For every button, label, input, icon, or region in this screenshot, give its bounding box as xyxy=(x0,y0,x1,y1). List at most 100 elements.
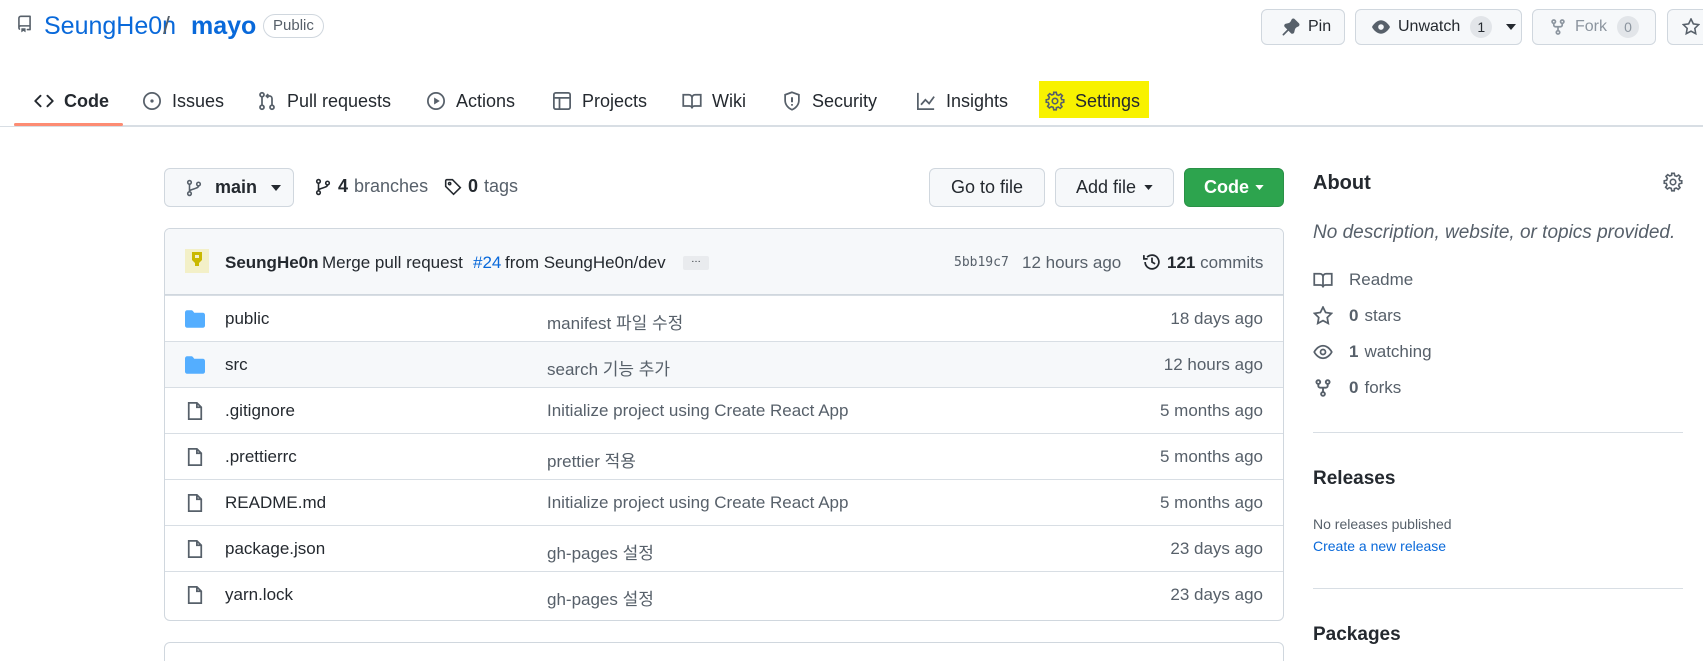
chevron-down-icon xyxy=(1144,185,1153,190)
tab-label: Settings xyxy=(1075,90,1141,111)
file-commit-message[interactable]: search 기능 추가 xyxy=(547,355,670,380)
tags-count: 0 xyxy=(468,176,479,196)
tags-label: tags xyxy=(484,176,519,196)
sidebar-divider xyxy=(1313,588,1683,589)
go-to-file-label: Go to file xyxy=(950,177,1024,197)
commit-pr-link[interactable]: #24 xyxy=(473,253,501,273)
add-file-button[interactable]: Add file xyxy=(1055,168,1174,207)
readme-link[interactable]: Readme xyxy=(1313,270,1413,290)
commits-link[interactable]: 121 commits xyxy=(1167,253,1263,273)
file-icon xyxy=(187,540,203,558)
file-name[interactable]: .gitignore xyxy=(225,401,295,421)
file-commit-message[interactable]: prettier 적용 xyxy=(547,447,636,472)
stars-count: 0 xyxy=(1349,306,1359,325)
watching-label: watching xyxy=(1364,342,1432,361)
gear-icon[interactable] xyxy=(1663,172,1683,192)
file-age: 5 months ago xyxy=(1159,401,1263,420)
commit-message-tail[interactable]: from SeungHe0n/dev xyxy=(505,253,666,273)
file-commit-message[interactable]: Initialize project using Create React Ap… xyxy=(547,401,848,421)
file-browser: SeungHe0n Merge pull request #24 from Se… xyxy=(164,228,1284,621)
tab-issues[interactable]: Issues xyxy=(142,76,224,126)
file-commit-message[interactable]: gh-pages 설정 xyxy=(547,539,654,564)
file-icon xyxy=(187,586,203,604)
file-name[interactable]: README.md xyxy=(225,493,326,513)
folder-icon xyxy=(185,310,205,328)
branch-name: main xyxy=(215,177,258,197)
pin-button[interactable]: Pin xyxy=(1261,9,1345,45)
branch-icon xyxy=(315,178,331,195)
file-row[interactable]: README.md Initialize project using Creat… xyxy=(165,479,1283,525)
tab-label: Security xyxy=(812,90,878,111)
add-file-label: Add file xyxy=(1075,177,1137,197)
tab-label: Pull requests xyxy=(287,90,392,111)
tab-security[interactable]: Security xyxy=(782,76,877,126)
stars-label: stars xyxy=(1364,306,1402,325)
file-name[interactable]: public xyxy=(225,309,269,329)
file-name[interactable]: package.json xyxy=(225,539,325,559)
file-row[interactable]: src search 기능 추가 12 hours ago xyxy=(165,341,1283,387)
commit-expand-button[interactable]: … xyxy=(683,255,709,270)
fork-label: Fork xyxy=(1575,18,1607,35)
tab-actions[interactable]: Actions xyxy=(426,76,515,126)
file-age: 5 months ago xyxy=(1159,447,1263,466)
commit-hash[interactable]: 5bb19c7 xyxy=(954,255,1009,270)
file-commit-message[interactable]: Initialize project using Create React Ap… xyxy=(547,493,848,513)
chevron-down-icon xyxy=(1255,185,1264,190)
code-icon xyxy=(34,94,54,108)
file-row[interactable]: yarn.lock gh-pages 설정 23 days ago xyxy=(165,571,1283,617)
file-row[interactable]: package.json gh-pages 설정 23 days ago xyxy=(165,525,1283,571)
commits-count: 121 xyxy=(1167,253,1196,272)
packages-heading[interactable]: Packages xyxy=(1313,624,1401,646)
eye-icon xyxy=(1313,344,1333,360)
file-name[interactable]: src xyxy=(225,355,248,375)
avatar[interactable] xyxy=(185,249,209,273)
watching-count: 1 xyxy=(1349,342,1359,361)
file-commit-message[interactable]: manifest 파일 수정 xyxy=(547,309,683,334)
repo-nav-tabs: Code Issues Pull requests Actions Projec… xyxy=(14,76,1703,126)
tab-insights[interactable]: Insights xyxy=(916,76,1008,126)
file-commit-message[interactable]: gh-pages 설정 xyxy=(547,585,654,610)
file-age: 18 days ago xyxy=(1170,309,1263,328)
tab-wiki[interactable]: Wiki xyxy=(682,76,746,126)
forks-link[interactable]: 0 forks xyxy=(1313,378,1401,398)
star-button[interactable] xyxy=(1667,9,1703,45)
book-icon xyxy=(1313,272,1333,288)
issue-icon xyxy=(143,92,161,110)
watching-link[interactable]: 1 watching xyxy=(1313,342,1432,362)
star-icon xyxy=(1682,18,1700,36)
branch-select-button[interactable]: main xyxy=(164,168,294,207)
commit-author[interactable]: SeungHe0n xyxy=(225,253,319,273)
repo-owner-link[interactable]: SeungHe0n xyxy=(44,12,176,41)
tab-projects[interactable]: Projects xyxy=(552,76,647,126)
file-row[interactable]: .gitignore Initialize project using Crea… xyxy=(165,387,1283,433)
active-tab-underline xyxy=(14,123,123,126)
watch-button[interactable]: Unwatch 1 xyxy=(1355,9,1522,45)
graph-icon xyxy=(917,92,935,110)
repo-name-link[interactable]: mayo xyxy=(191,12,256,41)
watch-counter: 1 xyxy=(1470,16,1493,38)
watch-label: Unwatch xyxy=(1398,18,1461,35)
code-button-label: Code xyxy=(1204,177,1249,197)
forks-label: forks xyxy=(1364,378,1402,397)
gear-icon xyxy=(1045,91,1065,111)
create-release-link[interactable]: Create a new release xyxy=(1313,538,1446,554)
tab-settings[interactable]: Settings xyxy=(1045,76,1140,126)
commit-message[interactable]: Merge pull request xyxy=(322,253,463,273)
go-to-file-button[interactable]: Go to file xyxy=(929,168,1045,207)
fork-button[interactable]: Fork 0 xyxy=(1532,9,1656,45)
tab-code[interactable]: Code xyxy=(34,76,109,126)
releases-heading[interactable]: Releases xyxy=(1313,468,1395,490)
code-button[interactable]: Code xyxy=(1184,168,1284,207)
file-name[interactable]: yarn.lock xyxy=(225,585,293,605)
file-age: 23 days ago xyxy=(1170,539,1263,558)
tab-pull-requests[interactable]: Pull requests xyxy=(257,76,391,126)
branches-link[interactable]: 4 branches xyxy=(314,176,428,197)
tags-link[interactable]: 0 tags xyxy=(444,176,518,197)
file-row[interactable]: .prettierrc prettier 적용 5 months ago xyxy=(165,433,1283,479)
file-name[interactable]: .prettierrc xyxy=(225,447,297,467)
stars-link[interactable]: 0 stars xyxy=(1313,306,1401,326)
tab-label: Wiki xyxy=(712,90,746,111)
file-row[interactable]: public manifest 파일 수정 18 days ago xyxy=(165,295,1283,341)
pin-label: Pin xyxy=(1308,18,1332,35)
branches-count: 4 xyxy=(338,176,349,196)
